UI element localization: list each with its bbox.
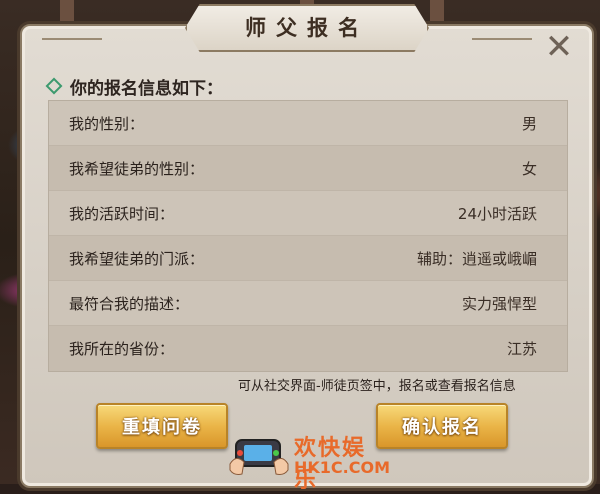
section-header: 你的报名信息如下： — [45, 74, 223, 99]
section-header-text: 你的报名信息如下： — [70, 78, 223, 99]
row-label: 最符合我的描述： — [69, 294, 190, 313]
row-value: 女 — [521, 159, 537, 178]
row-value: 实力强悍型 — [461, 294, 537, 313]
hint-text: 可从社交界面-师徒页签中，报名或查看报名信息 — [238, 379, 516, 394]
row-label: 我希望徒弟的门派： — [69, 249, 205, 268]
frame-ornament — [42, 38, 102, 64]
watermark: 欢快娱乐 HK1C.COM — [228, 424, 391, 493]
dialog-title: 师父报名 — [245, 15, 369, 40]
info-row-apprentice-sect: 我希望徒弟的门派： 辅助：逍遥或峨嵋 — [49, 236, 567, 281]
close-icon[interactable]: ✕ — [542, 30, 576, 64]
frame-ornament — [472, 38, 532, 64]
registration-info-table: 我的性别： 男 我希望徒弟的性别： 女 我的活跃时间： 24小时活跃 我希望徒弟… — [48, 100, 568, 372]
watermark-site: HK1C.COM — [294, 458, 391, 477]
row-value: 辅助：逍遥或峨嵋 — [416, 249, 537, 268]
row-value: 24小时活跃 — [457, 204, 537, 223]
info-row-province: 我所在的省份： 江苏 — [49, 326, 567, 371]
row-label: 我的性别： — [69, 114, 145, 133]
row-label: 我希望徒弟的性别： — [69, 159, 205, 178]
row-label: 我的活跃时间： — [69, 204, 175, 223]
row-value: 男 — [521, 114, 537, 133]
row-value: 江苏 — [506, 340, 537, 358]
refill-button-label: 重填问卷 — [122, 417, 202, 438]
info-row-active-time: 我的活跃时间： 24小时活跃 — [49, 191, 567, 236]
refill-questionnaire-button[interactable]: 重填问卷 — [96, 403, 228, 449]
confirm-button-label: 确认报名 — [402, 417, 482, 438]
info-row-description: 最符合我的描述： 实力强悍型 — [49, 281, 567, 326]
info-row-apprentice-gender: 我希望徒弟的性别： 女 — [49, 146, 567, 191]
info-row-gender: 我的性别： 男 — [49, 101, 567, 146]
confirm-registration-button[interactable]: 确认报名 — [376, 403, 508, 449]
dialog-title-banner: 师父报名 — [185, 4, 429, 52]
row-label: 我所在的省份： — [69, 340, 175, 358]
gamepad-phone-icon — [229, 439, 289, 475]
diamond-bullet-icon — [45, 77, 63, 95]
